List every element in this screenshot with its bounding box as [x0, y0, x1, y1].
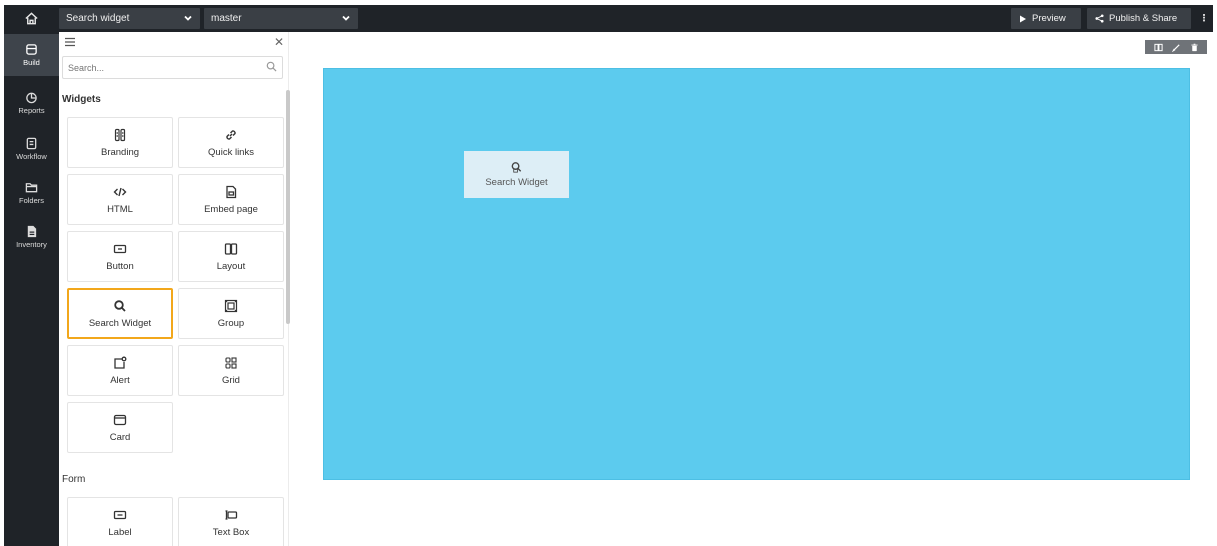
rail-item-workflow[interactable]: Workflow	[4, 128, 59, 170]
dragging-search-widget[interactable]: Search Widget	[464, 151, 569, 198]
widget-select[interactable]: Search widget	[59, 8, 200, 29]
edit-icon[interactable]	[1171, 43, 1181, 52]
widget-tile-html[interactable]: HTML	[67, 174, 173, 225]
tile-label: Group	[217, 317, 245, 329]
play-icon	[1020, 15, 1026, 22]
widget-tile-button[interactable]: Button	[67, 231, 173, 282]
embed-page-icon	[226, 185, 237, 198]
search-icon	[266, 61, 277, 72]
layout-icon	[224, 242, 238, 255]
menu-icon[interactable]	[64, 37, 76, 47]
rail-item-inventory[interactable]: Inventory	[4, 216, 59, 258]
search-icon	[114, 299, 126, 312]
share-icon	[1095, 14, 1104, 23]
tile-label: Label	[108, 526, 132, 538]
tile-label: Grid	[222, 374, 240, 386]
close-icon: ✕	[274, 35, 285, 49]
workflow-icon	[26, 137, 37, 150]
section-title-widgets: Widgets	[62, 94, 101, 105]
inventory-icon	[27, 225, 37, 238]
dragging-widget-label: Search Widget	[485, 177, 548, 188]
design-canvas[interactable]: Search Widget	[299, 32, 1213, 546]
branch-select[interactable]: master	[204, 8, 358, 29]
rail-item-folders[interactable]: Folders	[4, 172, 59, 214]
close-panel-button[interactable]: ✕	[274, 35, 285, 49]
tile-label: Embed page	[204, 203, 258, 215]
widget-search-input[interactable]	[62, 56, 283, 79]
group-icon	[224, 299, 238, 312]
tile-label: Button	[106, 260, 134, 272]
tile-label: Quick links	[208, 146, 254, 158]
rail-item-build[interactable]: Build	[4, 34, 59, 76]
tile-label: Card	[109, 431, 131, 443]
rail-label-inventory: Inventory	[16, 240, 47, 249]
branch-select-value: master	[211, 13, 242, 24]
tile-label: Branding	[100, 146, 140, 158]
widget-tile-search-widget[interactable]: Search Widget	[67, 288, 173, 339]
widget-tile-text-box[interactable]: Text Box	[178, 497, 284, 546]
publish-share-label: Publish & Share	[1109, 13, 1178, 24]
chevron-down-icon	[184, 15, 192, 21]
widget-tile-alert[interactable]: Alert	[67, 345, 173, 396]
text-box-icon	[225, 509, 238, 520]
folder-icon	[25, 183, 38, 193]
tile-label: Layout	[216, 260, 246, 272]
branding-icon	[114, 128, 126, 141]
app-window: Search widget master Preview Publish & S…	[4, 5, 1213, 546]
rail-label-workflow: Workflow	[16, 152, 47, 161]
section-title-form: Form	[62, 474, 86, 485]
grid-icon	[225, 356, 237, 369]
canvas-drop-zone[interactable]: Search Widget	[323, 68, 1190, 480]
tile-label: HTML	[107, 203, 133, 215]
widget-tile-embed-page[interactable]: Embed page	[178, 174, 284, 225]
home-icon	[25, 12, 38, 25]
card-icon	[113, 414, 127, 425]
trash-icon[interactable]	[1190, 43, 1199, 52]
button-icon	[113, 244, 127, 253]
home-button[interactable]	[4, 5, 59, 32]
chevron-down-icon	[342, 15, 350, 21]
tile-label: Alert	[110, 374, 130, 386]
layout-toggle-icon[interactable]	[1153, 43, 1163, 52]
label-icon	[113, 510, 127, 519]
preview-button[interactable]: Preview	[1011, 8, 1081, 29]
tile-label: Text Box	[212, 526, 250, 538]
more-options-button[interactable]: ⋮	[1197, 8, 1211, 29]
link-icon	[226, 129, 236, 140]
left-nav-rail: Build Reports Workflow Folders Inventory	[4, 32, 59, 546]
canvas-toolbar	[1145, 40, 1207, 54]
more-icon: ⋮	[1199, 13, 1209, 24]
widget-tile-group[interactable]: Group	[178, 288, 284, 339]
widget-tile-grid[interactable]: Grid	[178, 345, 284, 396]
widget-tile-layout[interactable]: Layout	[178, 231, 284, 282]
widget-tile-quick-links[interactable]: Quick links	[178, 117, 284, 168]
rail-item-reports[interactable]: Reports	[4, 82, 59, 124]
preview-label: Preview	[1032, 13, 1066, 24]
code-icon	[113, 187, 127, 196]
build-icon	[26, 44, 37, 55]
panel-scrollbar[interactable]	[286, 90, 290, 324]
widget-tile-label[interactable]: Label	[67, 497, 173, 546]
publish-share-button[interactable]: Publish & Share	[1087, 8, 1191, 29]
reports-icon	[26, 92, 37, 104]
widget-tile-card[interactable]: Card	[67, 402, 173, 453]
rail-label-reports: Reports	[18, 106, 45, 115]
widget-select-value: Search widget	[66, 13, 130, 24]
search-drag-icon	[511, 162, 522, 173]
widget-panel: ✕ Widgets Branding Quick links HTML Embe…	[59, 32, 290, 546]
tile-label: Search Widget	[88, 317, 152, 329]
rail-label-folders: Folders	[18, 196, 44, 205]
rail-label-build: Build	[23, 58, 40, 67]
top-bar: Search widget master Preview Publish & S…	[4, 5, 1213, 32]
widget-tile-branding[interactable]: Branding	[67, 117, 173, 168]
alert-icon	[114, 356, 127, 369]
